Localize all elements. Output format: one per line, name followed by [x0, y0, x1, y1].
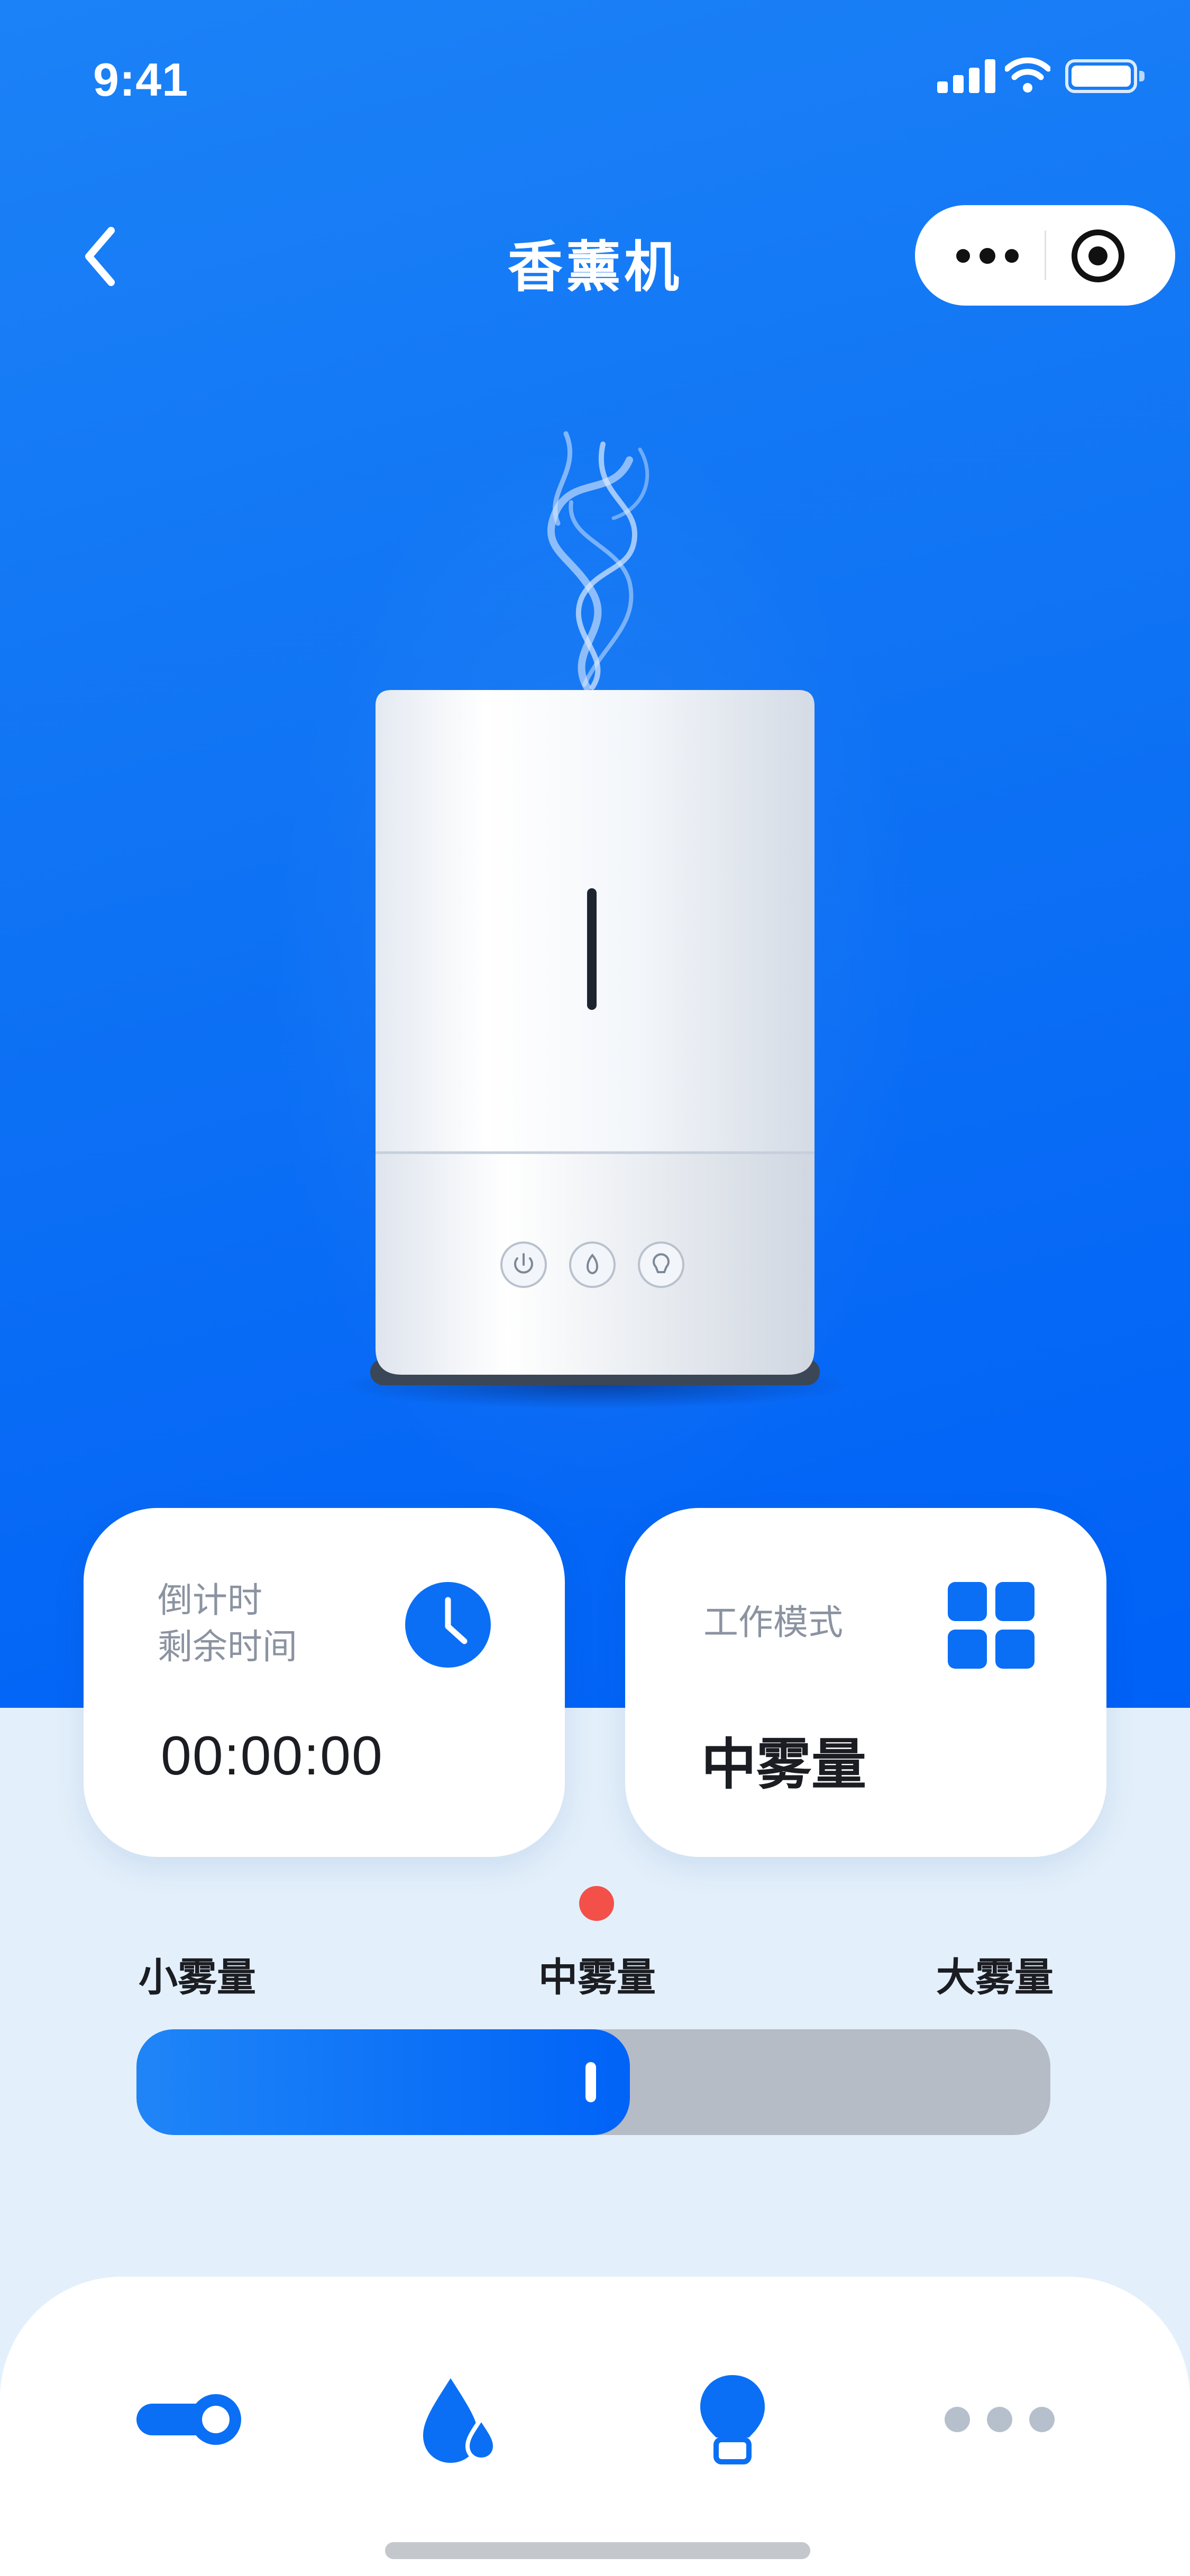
- timer-remaining-value: 00:00:00: [161, 1725, 383, 1787]
- slider-fill: [136, 2029, 630, 2135]
- more-menu-button[interactable]: [915, 205, 1045, 306]
- clock-icon: [405, 1582, 491, 1668]
- capsule-divider: [1045, 231, 1046, 280]
- level-label-small[interactable]: 小雾量: [139, 1946, 256, 2002]
- water-drops-icon[interactable]: [423, 2372, 497, 2467]
- work-mode-card[interactable]: 工作模式 中雾量: [625, 1508, 1106, 1857]
- countdown-timer-card[interactable]: 倒计时 剩余时间 00:00:00: [84, 1508, 565, 1857]
- wifi-icon: [1005, 57, 1050, 93]
- close-target-icon[interactable]: [1064, 222, 1132, 290]
- dot: [980, 248, 995, 264]
- light-bulb-icon[interactable]: [698, 2372, 767, 2467]
- battery-icon: [1065, 59, 1145, 93]
- bottom-tab-bar: [0, 2277, 1190, 2576]
- current-level-indicator-dot: [579, 1886, 614, 1921]
- mini-program-capsule: [915, 205, 1175, 306]
- mode-label: 工作模式: [703, 1603, 843, 1642]
- mode-value: 中雾量: [701, 1734, 867, 1796]
- level-label-large[interactable]: 大雾量: [936, 1946, 1054, 2002]
- dot: [1005, 249, 1019, 263]
- more-dots-icon[interactable]: [941, 2372, 1058, 2467]
- timer-sublabel: 剩余时间: [158, 1627, 297, 1666]
- aroma-diffuser-illustration: [341, 431, 849, 1409]
- power-toggle-icon[interactable]: [136, 2372, 245, 2467]
- level-label-medium[interactable]: 中雾量: [538, 1946, 656, 2002]
- status-bar: 9:41: [0, 0, 1190, 153]
- dot: [956, 249, 970, 263]
- status-time: 9:41: [93, 53, 189, 106]
- timer-label: 倒计时: [158, 1580, 262, 1620]
- home-indicator: [385, 2542, 810, 2559]
- slider-handle[interactable]: [585, 2062, 596, 2102]
- grid-icon: [948, 1582, 1035, 1669]
- cellular-signal-icon: [937, 59, 995, 93]
- mist-level-slider[interactable]: [136, 2029, 1050, 2135]
